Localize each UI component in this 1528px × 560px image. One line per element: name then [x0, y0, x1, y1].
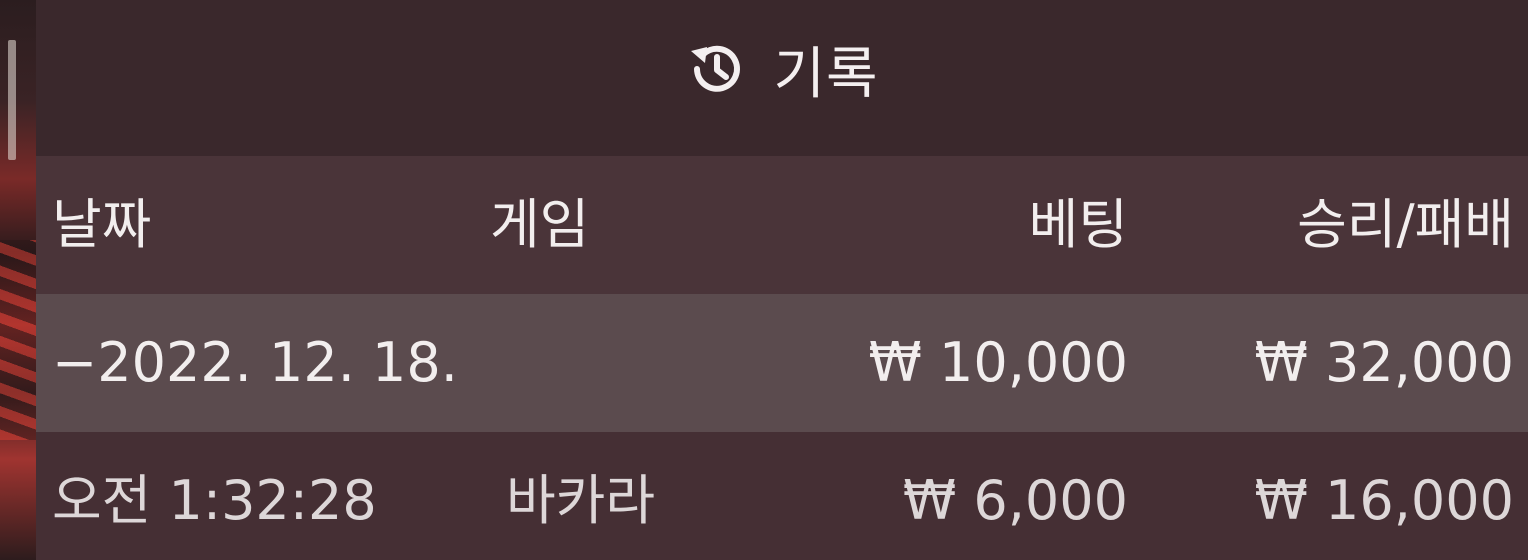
history-table: 날짜 게임 베팅 승리/패배 −2022. 12. 18. ₩ 10,000 ₩… [36, 156, 1528, 560]
group-date: −2022. 12. 18. [52, 331, 458, 394]
row-bet: ₩ 6,000 [902, 469, 1128, 532]
panel-header: 기록 [36, 0, 1528, 156]
page-title: 기록 [773, 41, 879, 107]
row-game: 바카라 [506, 469, 656, 532]
column-header-date: 날짜 [52, 193, 152, 256]
background-scene [0, 0, 36, 560]
table-row[interactable]: 오전 1:32:28 바카라 ₩ 6,000 ₩ 16,000 [36, 432, 1528, 560]
row-result: ₩ 16,000 [1254, 469, 1514, 532]
column-header-result: 승리/패배 [1297, 193, 1514, 256]
header-title-group: 기록 [685, 29, 878, 110]
column-header-bet: 베팅 [1028, 193, 1128, 256]
history-panel: 기록 날짜 게임 베팅 승리/패배 −2022. 12. 18. ₩ 10,00… [36, 0, 1528, 560]
table-header-row: 날짜 게임 베팅 승리/패배 [36, 156, 1528, 294]
column-header-game: 게임 [490, 193, 590, 256]
date-group-row[interactable]: −2022. 12. 18. ₩ 10,000 ₩ 32,000 [36, 294, 1528, 432]
group-bet-total: ₩ 10,000 [868, 331, 1128, 394]
row-time: 오전 1:32:28 [52, 469, 377, 532]
history-screen: 기록 날짜 게임 베팅 승리/패배 −2022. 12. 18. ₩ 10,00… [0, 0, 1528, 560]
group-result-total: ₩ 32,000 [1254, 331, 1514, 394]
history-icon [685, 37, 749, 101]
